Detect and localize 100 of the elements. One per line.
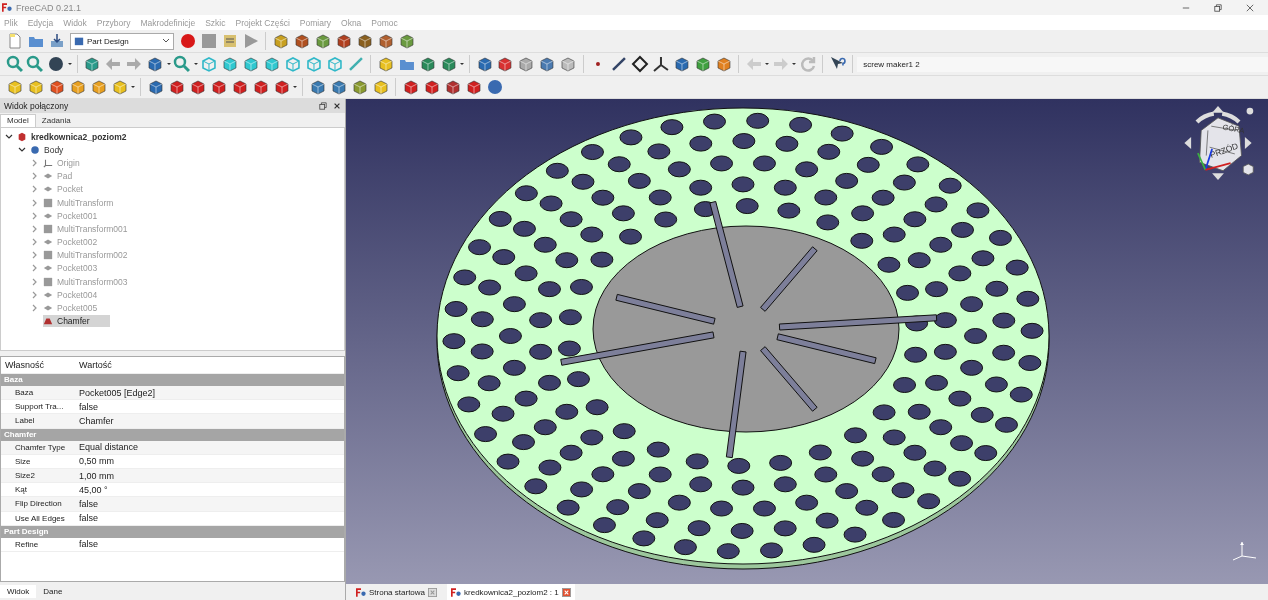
cube-icon[interactable]	[329, 78, 348, 96]
property-value[interactable]: Equal distance	[77, 442, 139, 453]
expand-caret-icon[interactable]	[31, 172, 39, 181]
cube-icon[interactable]	[271, 32, 290, 50]
cube-icon[interactable]	[308, 78, 327, 96]
property-value[interactable]: 0,50 mm	[77, 456, 114, 467]
tree-item[interactable]: MultiTransform002	[43, 249, 148, 262]
tree-item[interactable]: Pocket004	[43, 288, 118, 301]
cube-icon[interactable]	[538, 55, 557, 73]
property-value[interactable]: Chamfer	[77, 415, 114, 426]
wireframe-cube-icon[interactable]	[304, 55, 323, 73]
cube-icon[interactable]	[334, 32, 353, 50]
property-value[interactable]: false	[77, 498, 98, 509]
back-arrow-icon[interactable]	[104, 55, 123, 73]
float-icon[interactable]	[319, 102, 327, 110]
restore-icon[interactable]	[1214, 3, 1222, 12]
expand-caret-icon[interactable]	[31, 238, 39, 247]
cube-icon[interactable]	[376, 55, 395, 73]
cube-icon[interactable]	[209, 78, 228, 96]
cube-icon[interactable]	[242, 55, 260, 73]
wireframe-cube-icon[interactable]	[200, 55, 219, 73]
property-tab[interactable]: Dane	[36, 584, 70, 598]
property-value[interactable]: 45,00 °	[77, 484, 108, 495]
property-value[interactable]: false	[77, 401, 98, 412]
expand-caret-icon[interactable]	[31, 185, 39, 194]
cube-icon[interactable]	[26, 78, 45, 96]
cube-icon[interactable]	[350, 78, 369, 96]
cube-icon[interactable]	[146, 78, 165, 96]
cube-icon[interactable]	[694, 55, 712, 73]
menu-item[interactable]: Szkic	[205, 17, 226, 28]
tree-item[interactable]: Chamfer	[43, 315, 110, 328]
tree-item[interactable]: Pocket	[43, 183, 103, 196]
cube-icon[interactable]	[371, 78, 390, 96]
cube-icon[interactable]	[464, 78, 483, 96]
property-group-header[interactable]: Baza	[1, 374, 344, 386]
panel-tab[interactable]: Zadania	[35, 115, 77, 127]
tree-item[interactable]: Pocket002	[43, 236, 118, 249]
property-value[interactable]: false	[77, 513, 98, 524]
stop-icon[interactable]	[199, 32, 218, 50]
cube-icon[interactable]	[673, 55, 692, 73]
macro-field[interactable]: screw maker1 2	[857, 56, 1268, 72]
cube-icon[interactable]	[422, 78, 441, 96]
cube-icon[interactable]	[439, 55, 458, 73]
cube-icon[interactable]	[83, 55, 102, 73]
collapse-caret-icon[interactable]	[5, 132, 13, 141]
property-value[interactable]: 1,00 mm	[77, 470, 114, 481]
tree-item[interactable]: MultiTransform001	[43, 222, 148, 235]
expand-caret-icon[interactable]	[31, 304, 39, 313]
cube-icon[interactable]	[517, 55, 536, 73]
expand-caret-icon[interactable]	[31, 224, 39, 233]
property-tab[interactable]: Widok	[0, 584, 37, 598]
property-value[interactable]: Pocket005 [Edge2]	[77, 387, 156, 398]
cube-icon[interactable]	[292, 32, 311, 50]
cube-icon[interactable]	[475, 55, 494, 73]
cube-icon[interactable]	[146, 55, 165, 73]
menu-item[interactable]: Edycja	[27, 17, 54, 28]
cube-icon[interactable]	[355, 32, 374, 50]
tree-item[interactable]: Pad	[43, 170, 93, 183]
cube-icon[interactable]	[313, 32, 332, 50]
axes-icon[interactable]	[652, 55, 671, 73]
cube-icon[interactable]	[167, 78, 186, 96]
tree-item[interactable]: Origin	[43, 156, 100, 169]
menu-item[interactable]: Okna	[341, 17, 362, 28]
menu-item[interactable]: Pomiary	[299, 17, 332, 28]
expand-caret-icon[interactable]	[31, 158, 39, 167]
cube-icon[interactable]	[221, 55, 239, 73]
cube-icon[interactable]	[262, 55, 281, 73]
tree-item[interactable]: Pocket001	[43, 209, 118, 222]
document-tab[interactable]: kredkownica2_poziom2 : 1	[447, 584, 575, 600]
wireframe-cube-icon[interactable]	[283, 55, 302, 73]
cube-icon[interactable]	[230, 78, 249, 96]
cube-icon[interactable]	[559, 55, 578, 73]
tree-item[interactable]: Pocket003	[43, 262, 118, 275]
cube-icon[interactable]	[397, 32, 416, 50]
zoom-icon[interactable]	[5, 55, 24, 73]
document-tab[interactable]: Strona startowa	[352, 584, 442, 600]
expand-caret-icon[interactable]	[31, 264, 39, 273]
tree-item[interactable]: MultiTransform003	[43, 275, 148, 288]
collapse-caret-icon[interactable]	[18, 145, 26, 154]
cube-icon[interactable]	[401, 78, 420, 96]
cube-icon[interactable]	[110, 78, 129, 96]
cube-icon[interactable]	[251, 78, 270, 96]
expand-caret-icon[interactable]	[31, 198, 39, 207]
property-value[interactable]: false	[77, 539, 98, 550]
diamond-icon[interactable]	[631, 55, 650, 73]
zoom-icon[interactable]	[173, 55, 192, 73]
tree-item[interactable]: Pocket005	[43, 302, 118, 315]
expand-caret-icon[interactable]	[31, 251, 39, 260]
tree-item[interactable]: Body	[30, 143, 84, 156]
tree-item[interactable]: MultiTransform	[43, 196, 134, 209]
cube-icon[interactable]	[188, 78, 207, 96]
workbench-dropdown[interactable]: Part Design	[70, 32, 174, 50]
cube-icon[interactable]	[715, 55, 733, 73]
menu-item[interactable]: Projekt Części	[235, 17, 290, 28]
menu-item[interactable]: Widok	[63, 17, 87, 28]
close-icon[interactable]	[1246, 3, 1254, 12]
menu-item[interactable]: Pomoc	[371, 17, 398, 28]
cube-icon[interactable]	[443, 78, 462, 96]
tree-item[interactable]: kredkownica2_poziom2	[17, 130, 147, 143]
wireframe-cube-icon[interactable]	[325, 55, 344, 73]
